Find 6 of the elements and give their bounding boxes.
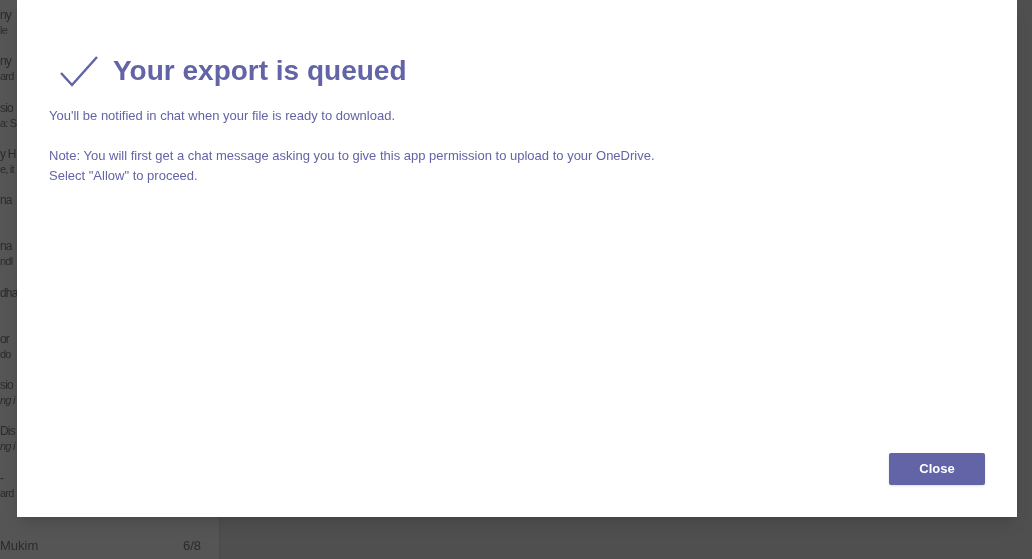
dialog-message: You'll be notified in chat when your file is ready to download. <box>49 107 396 125</box>
dialog-message: Note: You will first get a chat message asking you to give this app permission to upload to your OneDrive. Select "Allow" to proceed. <box>49 147 656 185</box>
check-icon <box>59 55 99 87</box>
chat-name: - <box>0 470 4 486</box>
close-button[interactable]: Close <box>889 453 985 485</box>
dialog-title: Your export is queued <box>113 54 407 88</box>
